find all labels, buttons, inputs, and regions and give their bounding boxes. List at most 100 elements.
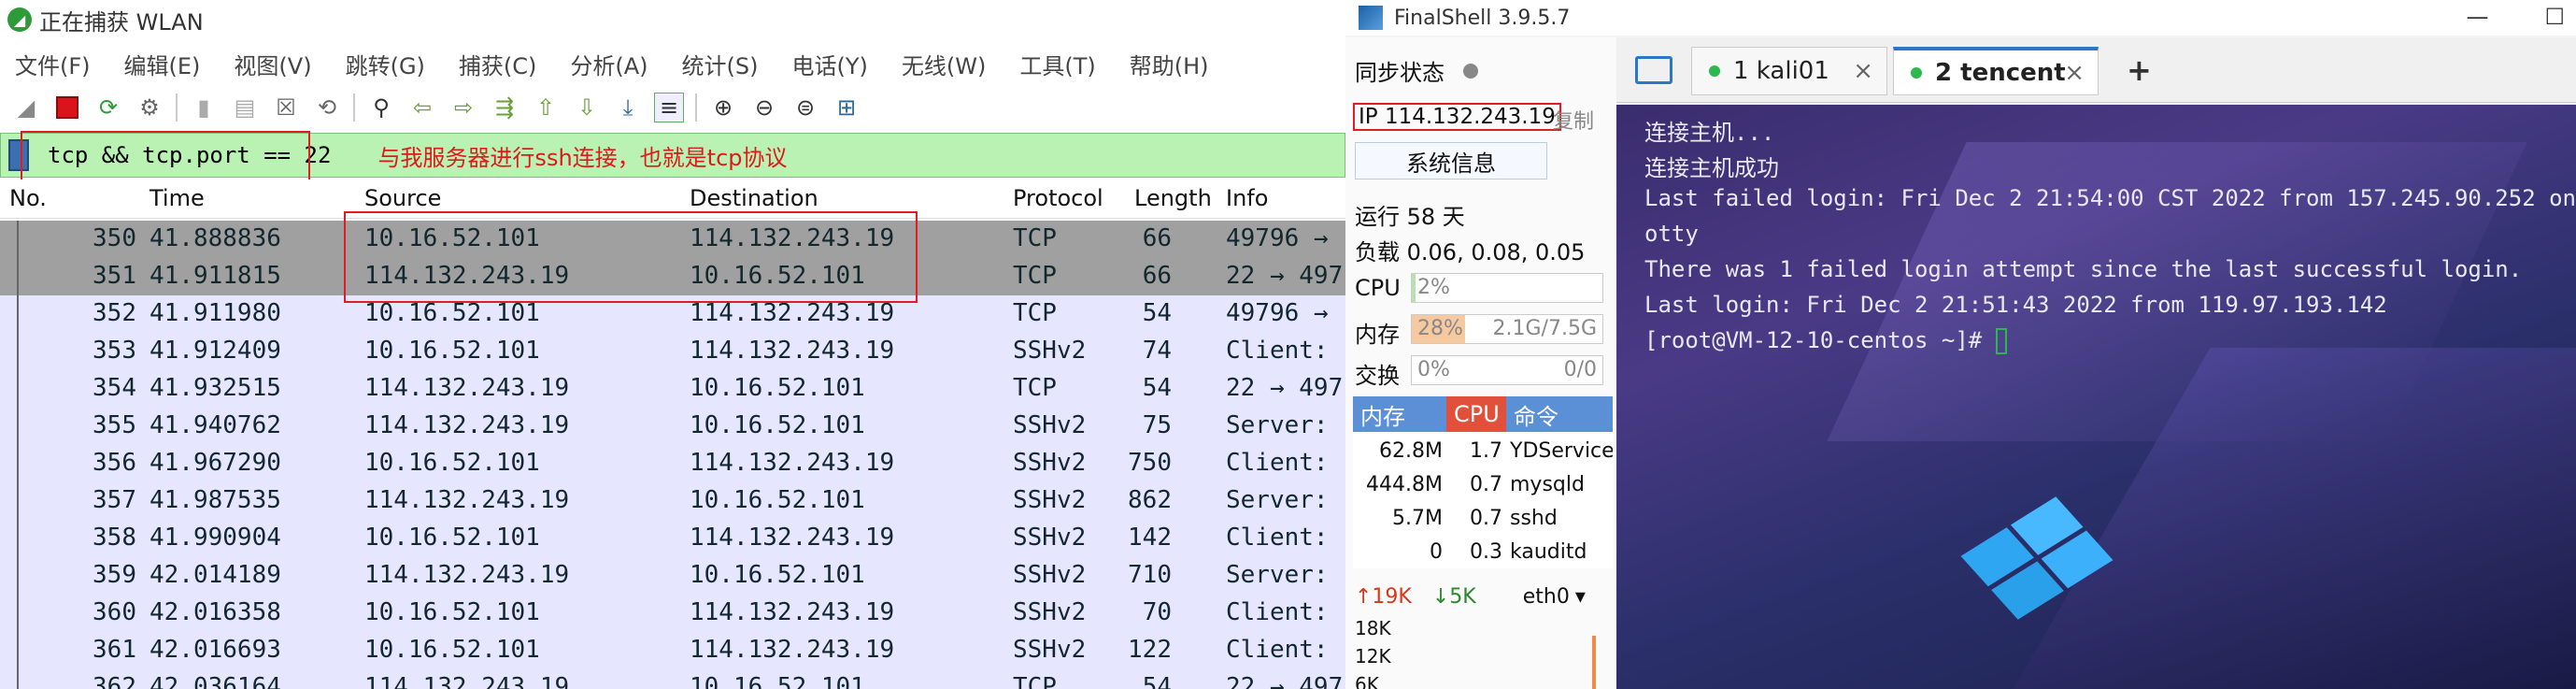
col-time[interactable]: Time (149, 185, 205, 211)
autoscroll-icon[interactable]: ⤓ (613, 93, 643, 122)
proc-col-command[interactable]: 命令 (1506, 396, 1613, 432)
col-info[interactable]: Info (1226, 185, 1268, 211)
packet-row[interactable]: 356 41.967290 10.16.52.101 114.132.243.19 SS… (0, 445, 1345, 482)
net-interface-select[interactable]: eth0 (1523, 585, 1570, 609)
packet-row[interactable]: 353 41.912409 10.16.52.101 114.132.243.19 SS… (0, 333, 1345, 370)
go-last-icon[interactable]: ⇩ (572, 93, 602, 122)
row-related-marker (17, 632, 19, 669)
col-source[interactable]: Source (364, 185, 441, 211)
menu-capture[interactable]: 捕获(C) (459, 48, 536, 80)
proc-col-memory[interactable]: 内存 (1353, 396, 1446, 432)
zoom-in-icon[interactable]: ⊕ (708, 93, 738, 122)
packet-row[interactable]: 359 42.014189 114.132.243.19 10.16.52.101 SS… (0, 557, 1345, 595)
menu-help[interactable]: 帮助(H) (1130, 48, 1209, 80)
chevron-down-icon[interactable]: ▾ (1575, 585, 1586, 609)
terminal[interactable]: 连接主机... 连接主机成功 Last failed login: Fri De… (1616, 105, 2576, 689)
col-destination[interactable]: Destination (690, 185, 818, 211)
net-tick-18k: 18K (1355, 617, 1391, 639)
pkt-info: Client: (1226, 337, 1329, 365)
close-icon[interactable]: × (2064, 59, 2085, 87)
process-row[interactable]: 444.8M 0.7 mysqld (1353, 467, 1613, 501)
pkt-protocol: TCP (1013, 673, 1057, 689)
terminal-line: Last login: Fri Dec 2 21:51:43 2022 from… (1644, 292, 2387, 318)
open-file-icon[interactable]: ▮ (189, 93, 219, 122)
process-table-header: 内存 CPU 命令 (1353, 396, 1613, 432)
folder-icon[interactable] (1635, 56, 1672, 84)
menu-analyze[interactable]: 分析(A) (570, 48, 648, 80)
proc-col-cpu[interactable]: CPU (1446, 396, 1506, 432)
capture-options-icon[interactable]: ⚙ (135, 93, 164, 122)
col-protocol[interactable]: Protocol (1013, 185, 1103, 211)
save-file-icon[interactable]: ▤ (230, 93, 260, 122)
menu-bar: 文件(F) 编辑(E) 视图(V) 跳转(G) 捕获(C) 分析(A) 统计(S… (0, 45, 1228, 82)
menu-tools[interactable]: 工具(T) (1019, 48, 1095, 80)
pkt-protocol: SSHv2 (1013, 486, 1087, 514)
col-no[interactable]: No. (9, 185, 47, 211)
system-info-button[interactable]: 系统信息 (1355, 142, 1547, 179)
pkt-length: 862 (1128, 486, 1172, 514)
pkt-info: Client: (1226, 598, 1329, 626)
resize-columns-icon[interactable]: ⊞ (832, 93, 861, 122)
colorize-icon[interactable]: ≡ (654, 93, 684, 122)
packet-row[interactable]: 358 41.990904 10.16.52.101 114.132.243.19 SS… (0, 520, 1345, 557)
go-back-icon[interactable]: ⇦ (407, 93, 437, 122)
filter-annotation: 与我服务器进行ssh连接，也就是tcp协议 (377, 144, 788, 171)
menu-go[interactable]: 跳转(G) (346, 48, 425, 80)
pkt-info: Server: (1226, 486, 1329, 514)
menu-file[interactable]: 文件(F) (15, 48, 91, 80)
packet-row[interactable]: 354 41.932515 114.132.243.19 10.16.52.101 TC… (0, 370, 1345, 408)
close-icon[interactable]: × (1853, 57, 1873, 85)
menu-statistics[interactable]: 统计(S) (682, 48, 759, 80)
pkt-time: 41.912409 (149, 337, 281, 365)
col-length[interactable]: Length (1134, 185, 1212, 211)
proc-memory: 444.8M (1366, 472, 1443, 496)
packet-row[interactable]: 357 41.987535 114.132.243.19 10.16.52.101 SS… (0, 482, 1345, 520)
load-average: 负载 0.06, 0.08, 0.05 (1355, 239, 1586, 266)
menu-telephony[interactable]: 电话(Y) (792, 48, 868, 80)
pkt-protocol: SSHv2 (1013, 524, 1087, 552)
pkt-no: 350 (93, 224, 136, 252)
go-forward-icon[interactable]: ⇨ (448, 93, 478, 122)
start-capture-icon[interactable]: ◢ (11, 93, 41, 122)
menu-edit[interactable]: 编辑(E) (124, 48, 201, 80)
find-packet-icon[interactable]: ⚲ (366, 93, 396, 122)
proc-command: mysqld (1510, 472, 1585, 496)
go-first-icon[interactable]: ⇧ (531, 93, 561, 122)
pkt-destination: 10.16.52.101 (690, 374, 865, 402)
minimize-icon[interactable]: — (2466, 4, 2488, 30)
pkt-source: 10.16.52.101 (364, 598, 540, 626)
zoom-out-icon[interactable]: ⊖ (749, 93, 779, 122)
add-tab-icon[interactable]: + (2127, 52, 2152, 88)
finalshell-window: FinalShell 3.9.5.7 — ☐ 同步状态 IP 114.132.2… (1345, 0, 2576, 689)
copy-ip-link[interactable]: 复制 (1553, 105, 1594, 135)
pkt-length: 74 (1142, 337, 1172, 365)
close-file-icon[interactable]: ☒ (271, 93, 301, 122)
pkt-no: 352 (93, 299, 136, 327)
proc-memory: 5.7M (1392, 506, 1443, 530)
swap-value: 0% (1417, 358, 1450, 381)
packet-row[interactable]: 360 42.016358 10.16.52.101 114.132.243.19 SS… (0, 595, 1345, 632)
zoom-reset-icon[interactable]: ⊜ (790, 93, 820, 122)
packet-row[interactable]: 362 42.036164 114.132.243.19 10.16.52.101 TC… (0, 669, 1345, 689)
reload-file-icon[interactable]: ⟲ (312, 93, 342, 122)
pkt-info: 49796 → (1226, 224, 1329, 252)
restart-capture-icon[interactable]: ⟳ (93, 93, 123, 122)
swap-detail: 0/0 (1563, 358, 1597, 381)
menu-view[interactable]: 视图(V) (234, 48, 311, 80)
process-row[interactable]: 0 0.3 kauditd (1353, 535, 1613, 568)
go-to-packet-icon[interactable]: ⇶ (490, 93, 519, 122)
pkt-no: 361 (93, 636, 136, 664)
packet-row[interactable]: 361 42.016693 10.16.52.101 114.132.243.19 SS… (0, 632, 1345, 669)
pkt-length: 75 (1142, 411, 1172, 439)
tab-tencent[interactable]: 2 tencent × (1893, 47, 2099, 95)
row-related-marker (17, 595, 19, 632)
menu-wireless[interactable]: 无线(W) (902, 48, 986, 80)
tab-kali01[interactable]: 1 kali01 × (1691, 47, 1887, 95)
process-row[interactable]: 62.8M 1.7 YDService (1353, 434, 1613, 467)
packet-row[interactable]: 355 41.940762 114.132.243.19 10.16.52.101 SS… (0, 408, 1345, 445)
process-row[interactable]: 5.7M 0.7 sshd (1353, 501, 1613, 535)
stop-capture-icon[interactable] (52, 93, 82, 122)
maximize-icon[interactable]: ☐ (2544, 4, 2565, 30)
pkt-source: 10.16.52.101 (364, 524, 540, 552)
pkt-protocol: SSHv2 (1013, 636, 1087, 664)
